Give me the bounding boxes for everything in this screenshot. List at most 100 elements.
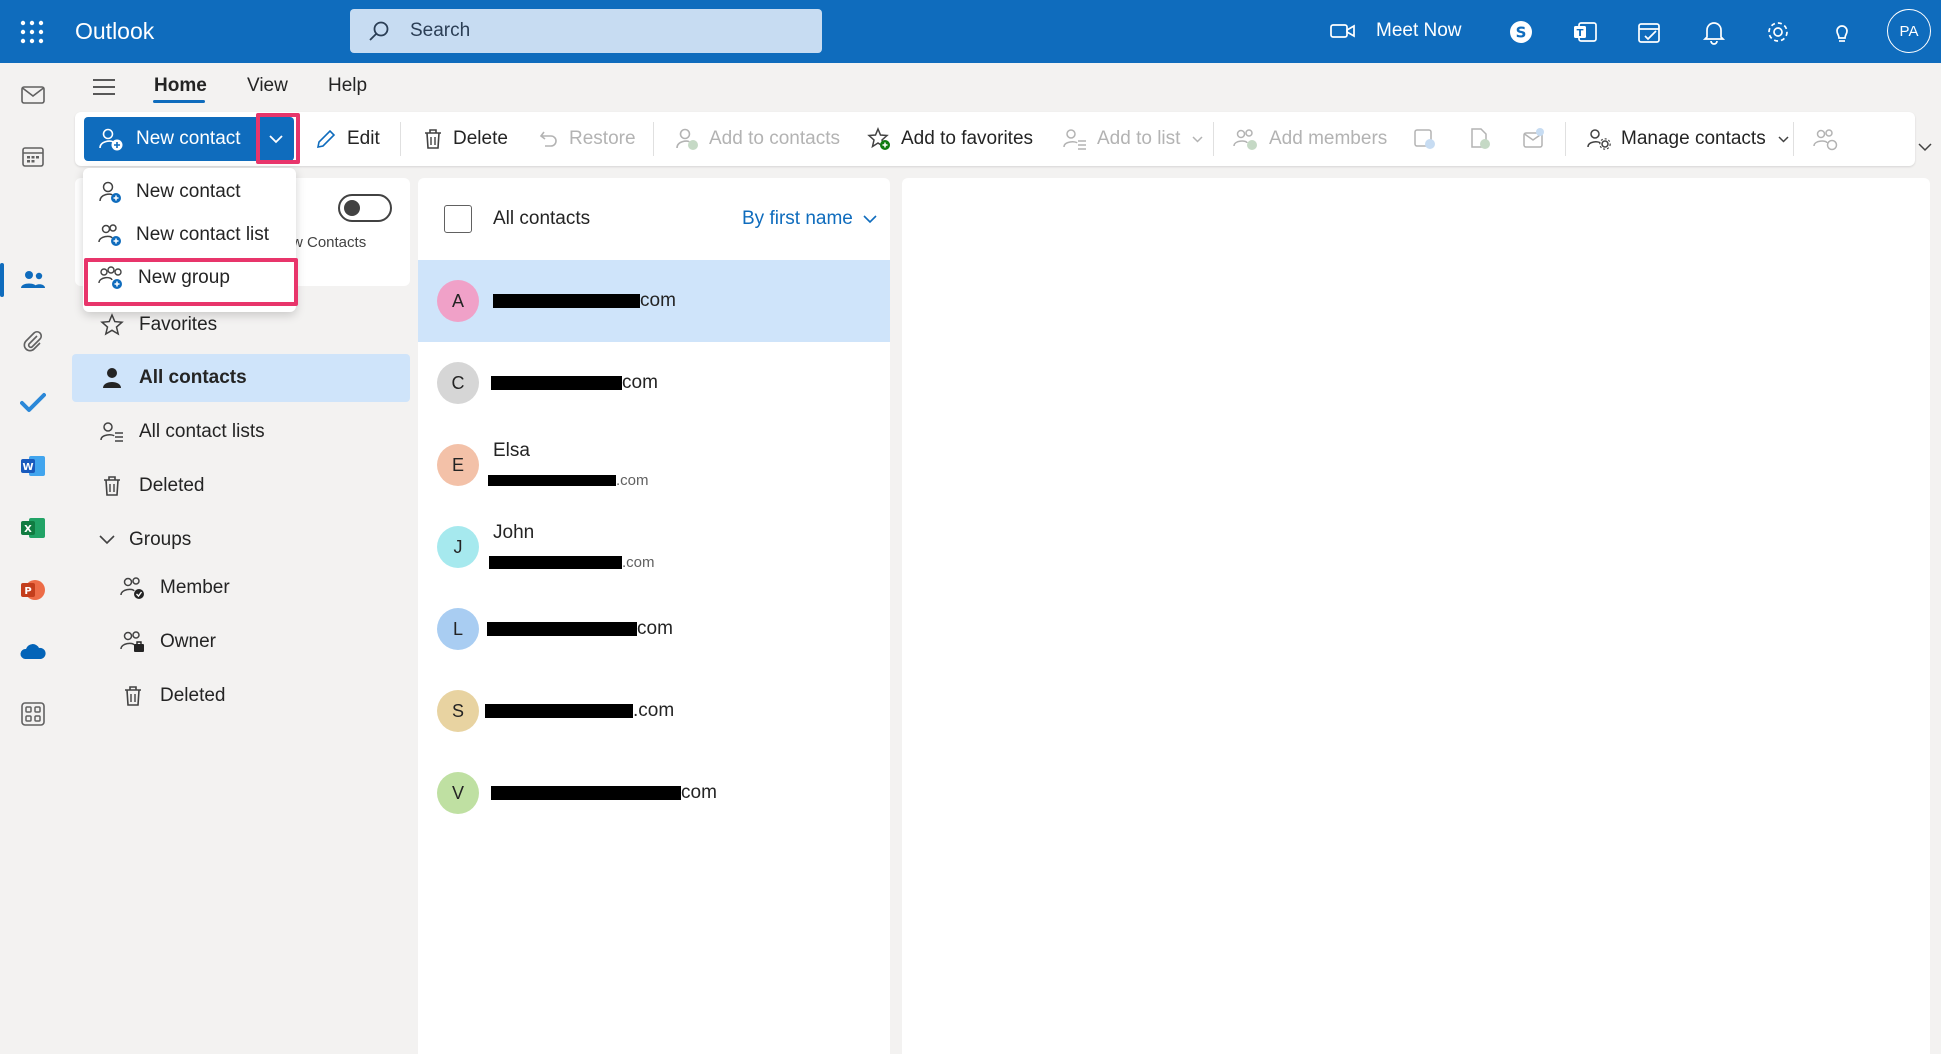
sort-label: By first name	[742, 208, 853, 229]
add-to-contacts-button[interactable]: Add to contacts	[675, 117, 840, 161]
app-title[interactable]: Outlook	[75, 18, 154, 45]
ribbon-divider	[1793, 122, 1794, 156]
onedrive-icon[interactable]	[19, 638, 47, 666]
contact-email: com	[493, 290, 676, 312]
contact-email: com	[491, 782, 717, 804]
add-contact-list-icon	[98, 223, 122, 247]
app-rail: W X P	[0, 63, 65, 1054]
group-email-button[interactable]	[1522, 117, 1546, 161]
chevron-down-icon	[99, 535, 115, 545]
skype-icon[interactable]: S	[1507, 18, 1535, 46]
add-members-button[interactable]: Add members	[1233, 117, 1387, 161]
delete-button[interactable]: Delete	[423, 117, 508, 161]
folder-groups-member[interactable]: Member	[120, 566, 410, 610]
add-to-list-label: Add to list	[1097, 128, 1181, 149]
people-icon[interactable]	[19, 266, 47, 294]
contact-name: John	[493, 522, 535, 543]
paperclip-icon[interactable]	[19, 327, 47, 355]
group-owner-icon	[120, 630, 146, 654]
contact-row[interactable]: E Elsa .com	[418, 424, 890, 506]
folder-all-contacts[interactable]: All contacts	[72, 354, 410, 402]
add-person-icon	[98, 127, 124, 151]
more-apps-icon[interactable]	[19, 700, 47, 728]
group-calendar-button[interactable]	[1413, 117, 1437, 161]
edit-button[interactable]: Edit	[315, 117, 380, 161]
contact-email: .com	[489, 554, 655, 571]
menu-item-new-contact[interactable]: New contact	[83, 171, 296, 213]
group-calendar-icon	[1413, 127, 1437, 151]
new-contacts-toggle[interactable]	[338, 194, 392, 222]
manage-contacts-button[interactable]: Manage contacts	[1587, 117, 1789, 161]
contact-list-pane: All contacts By first name A com C com E…	[418, 178, 890, 1054]
highlight-dropdown-box	[256, 113, 300, 164]
video-camera-icon	[1330, 21, 1356, 41]
word-icon[interactable]: W	[19, 452, 47, 480]
contact-row[interactable]: L com	[418, 588, 890, 670]
contact-avatar: J	[437, 526, 479, 568]
contact-row[interactable]: V com	[418, 752, 890, 834]
contact-list-header: All contacts By first name	[418, 178, 890, 258]
contact-email: com	[487, 618, 673, 640]
calendar-icon[interactable]	[19, 143, 47, 171]
rail-selection-indicator	[0, 263, 4, 297]
add-members-label: Add members	[1269, 128, 1388, 149]
sort-dropdown[interactable]: By first name	[742, 208, 877, 230]
group-settings-button[interactable]	[1813, 117, 1839, 161]
meet-now-label: Meet Now	[1376, 20, 1462, 41]
tab-view[interactable]: View	[247, 75, 288, 97]
ribbon-divider	[653, 122, 654, 156]
menu-item-new-contact-list[interactable]: New contact list	[83, 214, 296, 256]
folder-all-contacts-label: All contacts	[139, 367, 247, 388]
lightbulb-icon[interactable]	[1828, 18, 1856, 46]
contact-row[interactable]: J John .com	[418, 506, 890, 588]
folder-groups-header[interactable]: Groups	[99, 518, 409, 562]
todo-icon[interactable]	[19, 389, 47, 417]
powerpoint-icon[interactable]: P	[19, 576, 47, 604]
add-to-list-button[interactable]: Add to list	[1063, 117, 1203, 161]
ribbon-expand-icon[interactable]	[1918, 143, 1932, 152]
bell-icon[interactable]	[1700, 18, 1728, 46]
account-avatar[interactable]: PA	[1887, 9, 1931, 53]
folder-all-contact-lists[interactable]: All contact lists	[99, 410, 409, 454]
folder-groups-deleted[interactable]: Deleted	[120, 674, 410, 718]
star-add-icon	[867, 127, 891, 151]
contact-email: com	[491, 372, 658, 394]
hamburger-menu-icon[interactable]	[92, 78, 116, 96]
redacted-text	[493, 294, 640, 308]
person-icon	[99, 366, 125, 390]
email-suffix: com	[681, 782, 717, 803]
folder-favorites-label: Favorites	[139, 314, 218, 335]
select-all-checkbox[interactable]	[444, 205, 472, 233]
contact-row[interactable]: A com	[418, 260, 890, 342]
folder-groups-owner[interactable]: Owner	[120, 620, 410, 664]
redacted-text	[489, 556, 622, 569]
restore-label: Restore	[569, 128, 636, 149]
add-members-icon	[1233, 127, 1259, 151]
contact-list-title: All contacts	[493, 208, 591, 229]
add-to-favorites-label: Add to favorites	[901, 128, 1034, 149]
app-launcher-icon[interactable]	[19, 19, 45, 45]
folder-deleted[interactable]: Deleted	[99, 464, 409, 508]
contact-row[interactable]: S .com	[418, 670, 890, 752]
trash-icon	[423, 128, 443, 150]
add-to-favorites-button[interactable]: Add to favorites	[867, 117, 1033, 161]
restore-button[interactable]: Restore	[539, 117, 636, 161]
my-day-icon[interactable]	[1635, 18, 1663, 46]
search-box[interactable]: Search	[350, 9, 822, 53]
contact-avatar: C	[437, 362, 479, 404]
teams-icon[interactable]: T	[1571, 18, 1599, 46]
meet-now-button[interactable]: Meet Now	[1330, 18, 1462, 44]
top-bar: Outlook Search Meet Now S T PA	[0, 0, 1941, 63]
svg-text:X: X	[24, 524, 32, 535]
person-list-icon	[1063, 128, 1087, 150]
pencil-icon	[315, 128, 337, 150]
group-files-button[interactable]	[1468, 117, 1492, 161]
new-contact-button[interactable]: New contact	[84, 117, 258, 161]
reading-pane	[902, 178, 1930, 1054]
gear-icon[interactable]	[1764, 18, 1792, 46]
tab-home[interactable]: Home	[154, 75, 207, 97]
contact-row[interactable]: C com	[418, 342, 890, 424]
tab-help[interactable]: Help	[328, 75, 367, 97]
excel-icon[interactable]: X	[19, 514, 47, 542]
mail-icon[interactable]	[19, 81, 47, 109]
